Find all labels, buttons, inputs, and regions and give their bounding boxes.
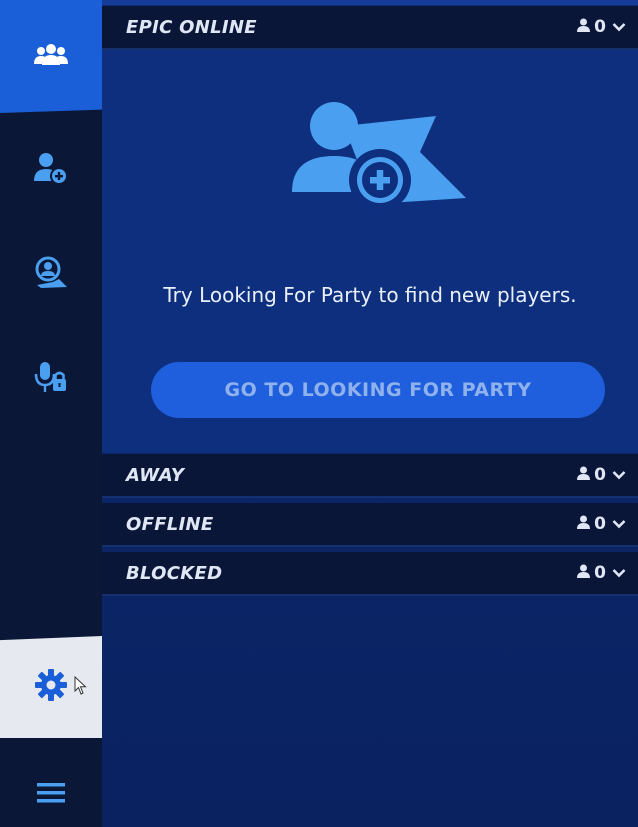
- count-value: 0: [594, 514, 606, 534]
- person-icon: [576, 17, 591, 37]
- section-header-offline[interactable]: OFFLINE 0: [102, 503, 638, 547]
- sidebar-item-menu[interactable]: [0, 770, 102, 820]
- party-finder-icon: [33, 255, 69, 295]
- count-value: 0: [594, 563, 606, 583]
- mouse-cursor-icon: [74, 675, 88, 700]
- section-count: 0: [576, 563, 626, 583]
- section-count: 0: [576, 514, 626, 534]
- sidebar-item-settings[interactable]: [0, 636, 102, 738]
- section-title: EPIC ONLINE: [126, 16, 257, 38]
- sidebar-item-party-finder[interactable]: [0, 245, 102, 305]
- hamburger-menu-icon: [36, 781, 66, 809]
- chevron-down-icon[interactable]: [612, 465, 626, 485]
- gear-icon: [34, 668, 68, 706]
- count-value: 0: [594, 17, 606, 37]
- section-count: 0: [576, 465, 626, 485]
- chevron-down-icon[interactable]: [612, 514, 626, 534]
- voice-chat-lock-icon: [34, 359, 68, 401]
- section-count: 0: [576, 17, 626, 37]
- section-title: BLOCKED: [126, 562, 223, 584]
- add-friend-icon: [33, 151, 69, 189]
- sidebar-item-add-friend[interactable]: [0, 140, 102, 200]
- section-title: OFFLINE: [126, 513, 214, 535]
- sidebar-item-voice-chat[interactable]: [0, 350, 102, 410]
- person-icon: [576, 563, 591, 583]
- empty-state-panel: Try Looking For Party to find new player…: [102, 50, 638, 453]
- chevron-down-icon[interactable]: [612, 563, 626, 583]
- top-strip: [102, 0, 638, 5]
- person-icon: [576, 465, 591, 485]
- friends-list-panel: EPIC ONLINE 0 Try Looking For Party to f…: [102, 0, 638, 827]
- friends-icon: [33, 41, 69, 73]
- section-header-away[interactable]: AWAY 0: [102, 454, 638, 498]
- section-title: AWAY: [126, 464, 185, 486]
- go-to-looking-for-party-button[interactable]: GO TO LOOKING FOR PARTY: [151, 362, 605, 418]
- section-header-epic-online[interactable]: EPIC ONLINE 0: [102, 6, 638, 50]
- sidebar-item-friends[interactable]: [0, 0, 102, 113]
- sidebar: [0, 0, 102, 827]
- person-icon: [576, 514, 591, 534]
- count-value: 0: [594, 465, 606, 485]
- add-friend-banner-icon: [288, 98, 468, 222]
- chevron-down-icon[interactable]: [612, 17, 626, 37]
- section-header-blocked[interactable]: BLOCKED 0: [102, 552, 638, 596]
- empty-state-message: Try Looking For Party to find new player…: [163, 283, 577, 307]
